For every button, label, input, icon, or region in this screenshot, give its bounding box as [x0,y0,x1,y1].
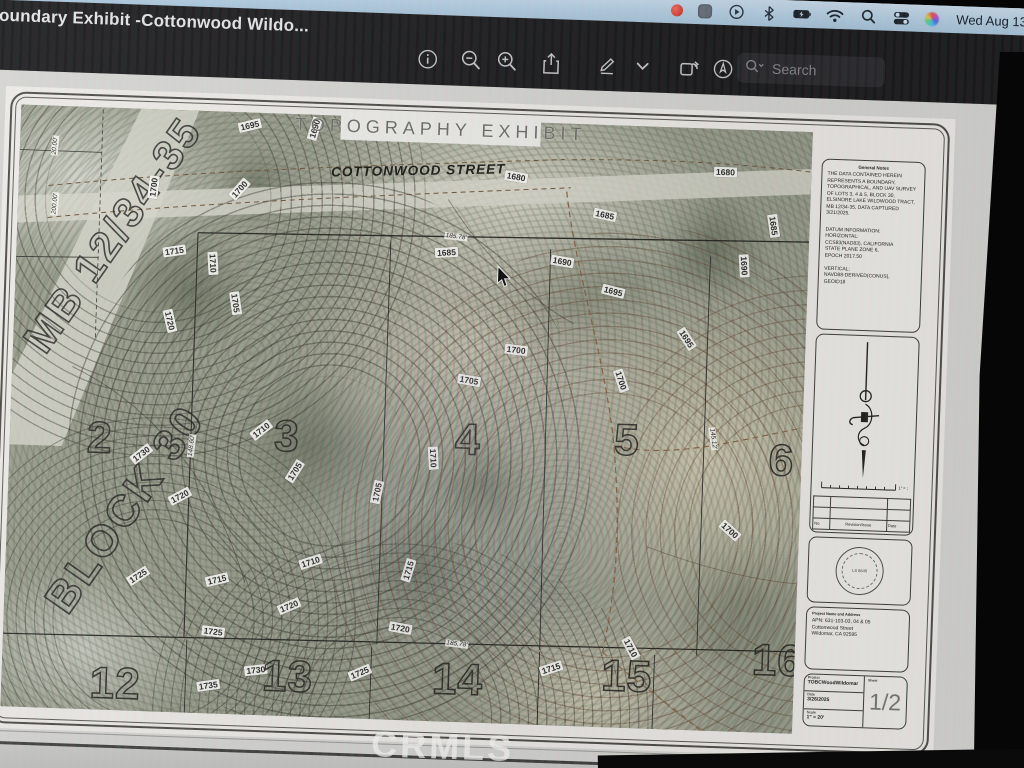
lot-number: 12 [89,658,142,710]
annotate-compass-icon [712,58,735,81]
lot-number: 15 [600,651,653,703]
info-icon [416,48,438,70]
map-canvas: MB 12/34-35 BLOCK 30 COTTONWOOD STREET 1… [0,105,813,734]
project-address-box: Project Name and Address APN: 631-103-03… [804,606,910,672]
spotlight-search-icon[interactable] [859,7,878,26]
info-button[interactable] [409,40,446,77]
markup-pencil-icon [596,54,619,77]
lot-number: 2 [86,413,113,464]
seal-license-number: LS 8645 [852,568,867,574]
markup-button[interactable] [589,46,626,83]
lot-number: 5 [613,415,640,466]
markup-options-button[interactable] [628,48,655,85]
search-input[interactable] [770,60,878,82]
rotate-button[interactable] [670,49,707,86]
lot-number: 14 [431,654,484,706]
sheet-label: Sheet [868,678,878,682]
lot-number: 13 [261,651,314,703]
recording-dot-icon[interactable] [671,4,683,16]
surveyor-seal-box: LS 8645 [807,536,913,606]
north-arrow [841,337,890,480]
pdf-content-area[interactable]: MB 12/34-35 BLOCK 30 COTTONWOOD STREET 1… [0,69,1024,768]
north-arrow-box: 1" = 20' No. Revision/Issue Date [809,333,920,536]
zoom-out-icon [460,49,483,72]
menu-bar-clock[interactable]: Wed Aug 13 [956,12,1024,29]
general-notes-box: General Notes THE DATA CONTAINED HEREIN … [816,158,926,332]
sheet-number: 1/2 [869,688,902,716]
zoom-out-button[interactable] [453,42,490,79]
revision-col-issue: Revision/Issue [830,518,887,531]
revision-col-date: Date [886,520,910,532]
rotate-icon [677,56,701,79]
battery-icon[interactable] [793,5,812,24]
mouse-cursor [496,265,512,294]
plan-sheet: MB 12/34-35 BLOCK 30 COTTONWOOD STREET 1… [0,86,955,761]
share-button[interactable] [533,44,570,81]
lot-number: 4 [454,415,481,466]
zoom-in-button[interactable] [489,43,526,80]
revision-table: No. Revision/Issue Date [812,495,911,532]
app-status-icon[interactable] [698,4,712,18]
general-notes-text: THE DATA CONTAINED HEREIN REPRESENTS A B… [826,171,920,220]
sheet-info-left: Project TOBCWoodWildomar Date 3/26/2025 … [803,674,865,727]
sheet-info-box: Project TOBCWoodWildomar Date 3/26/2025 … [802,673,908,730]
siri-icon[interactable] [925,12,939,26]
window-title: phic & Boundary Exhibit -Cottonwood Wild… [0,3,309,36]
revision-col-no: No. [813,517,831,529]
crmls-watermark: CRMLS [371,723,515,768]
date-value: 3/26/2025 [807,697,860,705]
scale-bar: 1" = 20' [817,478,907,495]
lot-number: 16 [751,635,804,687]
scale-value: 1" = 20' [806,714,859,722]
search-field[interactable] [737,52,886,87]
lot-numbers: 2 3 4 5 6 12 13 14 15 16 [0,105,813,734]
surveyor-seal: LS 8645 [835,546,885,596]
project-value: TOBCWoodWildomar [808,679,861,687]
lot-number: 6 [768,436,795,487]
control-center-icon[interactable] [892,8,911,27]
datum-info-text: DATUM INFORMATION: HORIZONTAL: CCS83(NAD… [824,226,918,288]
play-circle-icon[interactable] [727,3,746,22]
search-icon [745,58,766,78]
lot-number: 3 [273,412,300,463]
sheet-number-cell: Sheet 1/2 [863,676,907,728]
scale-note: 1" = 20' [898,485,907,490]
zoom-in-icon [496,50,519,73]
title-block: General Notes THE DATA CONTAINED HEREIN … [802,158,926,729]
chevron-down-icon [635,61,648,70]
wifi-icon[interactable] [826,6,845,25]
bluetooth-icon[interactable] [760,4,779,23]
share-icon [541,51,562,75]
photo-of-screen: Wed Aug 13 phic & Boundary Exhibit -Cott… [0,0,1024,768]
mac-screen: Wed Aug 13 phic & Boundary Exhibit -Cott… [0,0,1024,768]
